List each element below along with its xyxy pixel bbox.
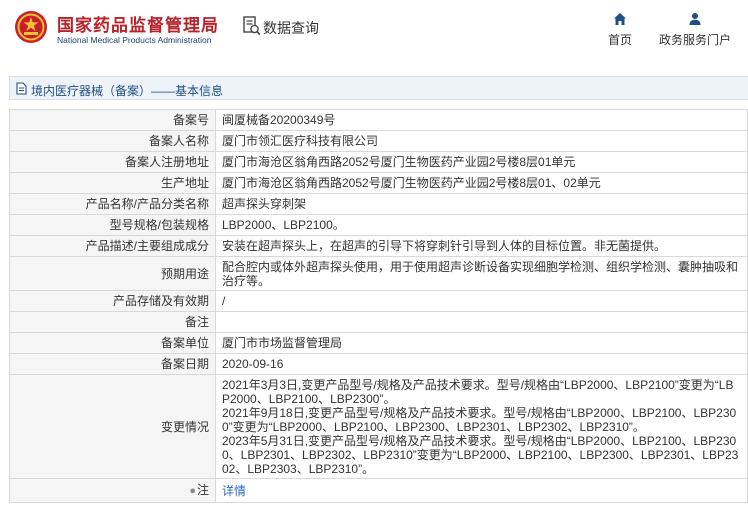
nav-gov-service[interactable]: 政务服务门户 xyxy=(656,12,734,48)
table-row: 备案单位 厦门市市场监督管理局 xyxy=(9,332,748,354)
field-label: 备案单位 xyxy=(9,332,216,354)
field-label: 产品存储及有效期 xyxy=(9,290,216,312)
field-label: 型号规格/包装规格 xyxy=(9,214,216,236)
table-row: 产品名称/产品分类名称 超声探头穿刺架 xyxy=(9,193,748,215)
detail-table: 备案号 闽厦械备20200349号 备案人名称 厦门市领汇医疗科技有限公司 备案… xyxy=(9,109,748,503)
table-row: 型号规格/包装规格 LBP2000、LBP2100。 xyxy=(9,214,748,236)
field-label: 生产地址 xyxy=(9,172,216,194)
field-label: 产品名称/产品分类名称 xyxy=(9,193,216,215)
field-label: 备案号 xyxy=(9,109,216,131)
field-label: 变更情况 xyxy=(9,374,216,479)
data-query-label[interactable]: 数据查询 xyxy=(263,18,319,38)
document-icon xyxy=(16,82,27,95)
table-row: 产品描述/主要组成成分 安装在超声探头上，在超声的引导下将穿刺针引导到人体的目标… xyxy=(9,235,748,257)
data-query-icon[interactable] xyxy=(243,16,261,36)
table-row: 预期用途 配合腔内或体外超声探头使用，用于使用超声诊断设备实现细胞学检测、组织学… xyxy=(9,256,748,291)
field-label: 备注 xyxy=(9,311,216,333)
user-icon xyxy=(689,13,701,25)
field-value-filer-name: 厦门市领汇医疗科技有限公司 xyxy=(215,130,748,152)
nav-gov-service-label: 政务服务门户 xyxy=(658,33,731,47)
note-label-cell: ●注 xyxy=(9,478,216,503)
home-icon xyxy=(614,13,626,25)
table-row: 备案号 闽厦械备20200349号 xyxy=(9,109,748,131)
lightbulb-icon: ● xyxy=(189,485,196,497)
field-label: 注 xyxy=(196,483,209,497)
field-value-filer-address: 厦门市海沧区翁角西路2052号厦门生物医药产业园2号楼8层01单元 xyxy=(215,151,748,173)
table-row: 备案日期 2020-09-16 xyxy=(9,353,748,375)
field-value-record-date: 2020-09-16 xyxy=(215,353,748,375)
table-row: 备案人名称 厦门市领汇医疗科技有限公司 xyxy=(9,130,748,152)
field-label: 备案人名称 xyxy=(9,130,216,152)
site-title-en[interactable]: National Medical Products Administration xyxy=(57,35,212,45)
field-label: 预期用途 xyxy=(9,256,216,291)
field-value-storage-validity: / xyxy=(215,290,748,312)
nav-home-label: 首页 xyxy=(607,33,632,47)
field-value-description: 安装在超声探头上，在超声的引导下将穿刺针引导到人体的目标位置。非无菌提供。 xyxy=(215,235,748,257)
section-title-bar: 境内医疗器械（备案）——基本信息 xyxy=(9,76,748,100)
field-value-product-name: 超声探头穿刺架 xyxy=(215,193,748,215)
field-value-model-spec: LBP2000、LBP2100。 xyxy=(215,214,748,236)
field-label: 备案人注册地址 xyxy=(9,151,216,173)
table-row: 产品存储及有效期 / xyxy=(9,290,748,312)
table-row: 生产地址 厦门市海沧区翁角西路2052号厦门生物医药产业园2号楼8层01、02单… xyxy=(9,172,748,194)
field-value-production-address: 厦门市海沧区翁角西路2052号厦门生物医药产业园2号楼8层01、02单元 xyxy=(215,172,748,194)
table-row: 备案人注册地址 厦门市海沧区翁角西路2052号厦门生物医药产业园2号楼8层01单… xyxy=(9,151,748,173)
field-value-remarks xyxy=(215,311,748,333)
details-link[interactable]: 详情 xyxy=(222,484,246,498)
field-label: 备案日期 xyxy=(9,353,216,375)
field-value-changes: 2021年3月3日,变更产品型号/规格及产品技术要求。型号/规格由“LBP200… xyxy=(215,374,748,479)
field-label: 产品描述/主要组成成分 xyxy=(9,235,216,257)
field-value-record-no: 闽厦械备20200349号 xyxy=(215,109,748,131)
field-value-intended-use: 配合腔内或体外超声探头使用，用于使用超声诊断设备实现细胞学检测、组织学检测、囊肿… xyxy=(215,256,748,291)
site-title-cn[interactable]: 国家药品监督管理局 xyxy=(57,11,219,36)
table-row: 变更情况 2021年3月3日,变更产品型号/规格及产品技术要求。型号/规格由“L… xyxy=(9,374,748,479)
nav-home[interactable]: 首页 xyxy=(604,12,636,48)
national-emblem-icon[interactable] xyxy=(14,10,48,44)
table-row: 备注 xyxy=(9,311,748,333)
site-header: 国家药品监督管理局 National Medical Products Admi… xyxy=(0,0,748,62)
section-title: 境内医疗器械（备案）——基本信息 xyxy=(31,84,224,98)
field-value-record-unit: 厦门市市场监督管理局 xyxy=(215,332,748,354)
note-value-cell: 详情 xyxy=(215,478,748,503)
table-row: ●注 详情 xyxy=(9,478,748,503)
